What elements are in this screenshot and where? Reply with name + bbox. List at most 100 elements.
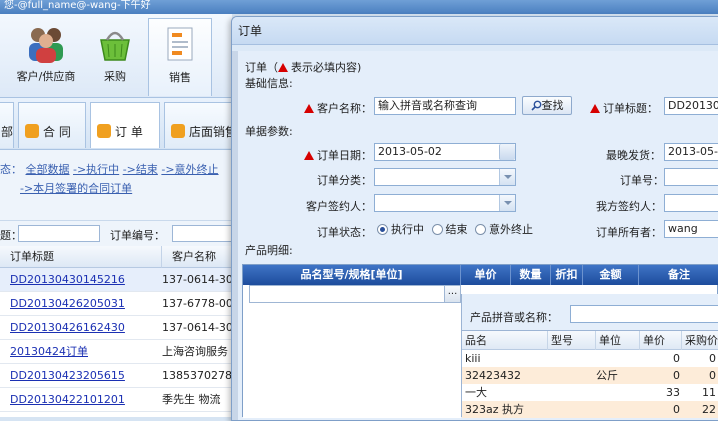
order-title-text: 订单标题： [603, 102, 658, 115]
customer-name-label: 客户名称： [304, 100, 372, 116]
row-title-link[interactable]: DD20130430145216 [10, 268, 158, 292]
item-name: 323az 执方 [465, 403, 525, 416]
order-category-select[interactable] [374, 168, 516, 186]
tab-partial[interactable]: 部 [0, 102, 14, 148]
order-date-value: 2013-05-02 [378, 145, 442, 158]
grid-header-remark[interactable]: 备注 [639, 265, 718, 285]
main-ribbon: 客户/供应商 采购 销售 [0, 14, 232, 98]
row-title-link[interactable]: DD20130426205031 [10, 292, 158, 316]
status-running-radio[interactable] [377, 224, 388, 235]
result-header-name[interactable]: 品名 [462, 331, 548, 350]
required-marker-icon [590, 104, 600, 113]
search-button-label: 查找 [541, 99, 564, 112]
order-status-label: 订单状态： [317, 226, 372, 239]
status-filter-panel: 态： 全部数据 ->执行中 ->结束 ->意外终止 ->本月签署的合同订单 [0, 150, 232, 220]
grid-header-discount[interactable]: 折扣 [551, 265, 583, 285]
table-row[interactable]: DD20130426162430 137-0614-30 [0, 316, 232, 340]
filter-line-1: 态： 全部数据 ->执行中 ->结束 ->意外终止 [0, 161, 219, 177]
grid-header-qty[interactable]: 数量 [511, 265, 551, 285]
item-purchase: 0 [709, 369, 716, 382]
filter-line-2: ->本月签署的合同订单 [20, 180, 132, 196]
app-title: 您-@full_name@-wang-下午好 [4, 0, 151, 11]
document-tab-bar: 部 合 同 订 单 店面销售 [0, 98, 236, 150]
tab-store-sales[interactable]: 店面销售 [164, 102, 236, 148]
item-price: 0 [673, 352, 680, 365]
order-date-input[interactable]: 2013-05-02 [374, 143, 516, 161]
row-title-link[interactable]: DD20130426162430 [10, 316, 158, 340]
row-title-link[interactable]: 20130424订单 [10, 340, 158, 364]
order-list-table: 订单标题 客户名称 DD20130430145216 137-0614-30 D… [0, 246, 232, 417]
filter-month-contract-link[interactable]: ->本月签署的合同订单 [20, 182, 132, 195]
customer-search-button[interactable]: 查找 [522, 96, 572, 115]
tab-contract[interactable]: 合 同 [18, 102, 86, 148]
doc-params-section: 单据参数: [245, 125, 293, 138]
result-header-unit[interactable]: 单位 [596, 331, 640, 350]
ribbon-sales-button[interactable]: 销售 [148, 18, 212, 96]
table-row[interactable]: DD20130426205031 137-6778-00 [0, 292, 232, 316]
filter-aborted-link[interactable]: ->意外终止 [161, 163, 218, 176]
table-row[interactable]: DD20130430145216 137-0614-30 [0, 268, 232, 292]
search-order-no-input[interactable] [172, 225, 232, 242]
grid-header-price[interactable]: 单价 [461, 265, 511, 285]
ellipsis-button[interactable]: ... [444, 286, 460, 302]
list-item[interactable]: 一大 33 11 [462, 384, 718, 401]
order-owner-input[interactable]: wang [664, 220, 718, 238]
product-edit-cell[interactable]: ... [249, 285, 461, 303]
status-ended-label[interactable]: 结束 [446, 223, 468, 236]
order-no-input[interactable] [664, 168, 718, 186]
ribbon-customer-supplier-button[interactable]: 客户/供应商 [8, 18, 84, 96]
row-customer: 13853702789 [162, 369, 232, 382]
sales-document-icon [158, 25, 202, 65]
search-title-input[interactable] [18, 225, 100, 242]
chevron-down-icon[interactable] [499, 195, 515, 211]
list-item[interactable]: 32423432 公斤 0 0 [462, 367, 718, 384]
row-title-link[interactable]: DD20130423205615 [10, 364, 158, 388]
result-header-price[interactable]: 单价 [640, 331, 682, 350]
dialog-title: 订单 [238, 24, 263, 38]
customer-signer-select[interactable] [374, 194, 516, 212]
status-running-label[interactable]: 执行中 [391, 223, 424, 236]
column-header-customer[interactable]: 客户名称 [162, 246, 232, 268]
result-header-purchase[interactable]: 采购价 [682, 331, 718, 350]
customer-name-input[interactable]: 输入拼音或名称查询 [374, 97, 516, 115]
grid-header-amount[interactable]: 金额 [583, 265, 639, 285]
tab-label: 店面销售 [189, 125, 236, 139]
filter-prefix: 态： [0, 163, 22, 176]
status-radio-group: 执行中 结束 意外终止 [377, 221, 533, 237]
calendar-icon[interactable] [499, 144, 515, 160]
chevron-down-icon[interactable] [499, 169, 515, 185]
contract-icon [25, 124, 39, 138]
table-row[interactable]: DD20130422101201 季先生 物流 [0, 388, 232, 412]
item-price: 0 [673, 369, 680, 382]
required-note-prefix: 订单（ [245, 61, 278, 74]
status-ended-radio[interactable] [431, 224, 443, 235]
product-search-input[interactable] [570, 305, 718, 323]
status-aborted-label[interactable]: 意外终止 [489, 223, 533, 236]
item-name: kiii [465, 352, 481, 365]
magnifier-icon [530, 100, 541, 111]
order-title-label: 订单标题： [590, 100, 658, 116]
row-customer: 上海咨询服务 [162, 345, 228, 358]
tab-order[interactable]: 订 单 [90, 102, 160, 148]
our-signer-select[interactable] [664, 194, 718, 212]
grid-header-product[interactable]: 品名型号/规格[单位] [243, 265, 461, 285]
result-header-model[interactable]: 型号 [548, 331, 596, 350]
column-header-title[interactable]: 订单标题 [0, 246, 162, 268]
ribbon-purchase-button[interactable]: 采购 [86, 18, 144, 96]
filter-all-link[interactable]: 全部数据 [26, 163, 70, 176]
product-search-label: 产品拼音或名称： [470, 311, 558, 324]
order-owner-label: 订单所有者： [596, 226, 662, 239]
dialog-title-bar[interactable]: 订单 [232, 17, 718, 45]
tab-label: 合 同 [43, 125, 71, 139]
filter-running-link[interactable]: ->执行中 [73, 163, 119, 176]
table-row[interactable]: DD20130423205615 13853702789 [0, 364, 232, 388]
status-aborted-radio[interactable] [475, 224, 486, 235]
list-item[interactable]: 323az 执方 0 22 [462, 401, 718, 418]
order-title-input[interactable]: DD20130 [664, 97, 718, 115]
table-row[interactable]: 20130424订单 上海咨询服务 [0, 340, 232, 364]
row-title-link[interactable]: DD20130422101201 [10, 388, 158, 412]
latest-ship-input[interactable]: 2013-05-0 [664, 143, 718, 161]
item-price: 33 [666, 386, 680, 399]
list-item[interactable]: kiii 0 0 [462, 350, 718, 367]
filter-ended-link[interactable]: ->结束 [123, 163, 158, 176]
